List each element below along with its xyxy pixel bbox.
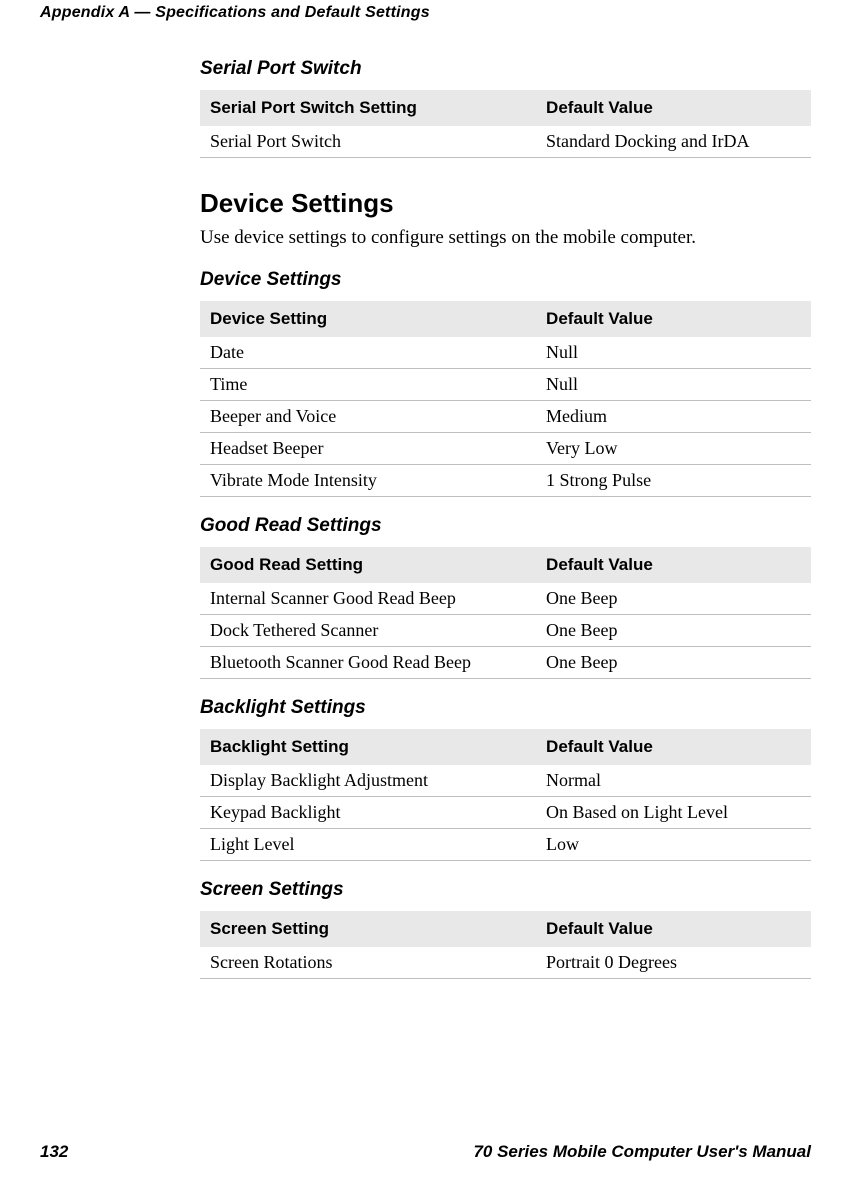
table-row: TimeNull	[200, 368, 811, 400]
cell-setting: Internal Scanner Good Read Beep	[200, 583, 536, 615]
cell-setting: Dock Tethered Scanner	[200, 614, 536, 646]
cell-setting: Headset Beeper	[200, 432, 536, 464]
col-header-value: Default Value	[536, 911, 811, 947]
col-header-setting: Backlight Setting	[200, 729, 536, 765]
backlight-heading: Backlight Settings	[200, 697, 811, 719]
table-header-row: Backlight Setting Default Value	[200, 729, 811, 765]
cell-value: One Beep	[536, 646, 811, 678]
device-settings-heading: Device Settings	[200, 188, 811, 219]
serial-port-switch-table: Serial Port Switch Setting Default Value…	[200, 90, 811, 158]
table-row: Light LevelLow	[200, 828, 811, 860]
cell-value: Standard Docking and IrDA	[536, 126, 811, 158]
table-row: Beeper and VoiceMedium	[200, 400, 811, 432]
col-header-value: Default Value	[536, 547, 811, 583]
page-number: 132	[40, 1142, 68, 1162]
cell-setting: Vibrate Mode Intensity	[200, 464, 536, 496]
cell-value: Low	[536, 828, 811, 860]
cell-value: On Based on Light Level	[536, 796, 811, 828]
cell-setting: Bluetooth Scanner Good Read Beep	[200, 646, 536, 678]
cell-setting: Display Backlight Adjustment	[200, 765, 536, 797]
cell-value: Portrait 0 Degrees	[536, 947, 811, 979]
table-row: Screen RotationsPortrait 0 Degrees	[200, 947, 811, 979]
screen-table: Screen Setting Default Value Screen Rota…	[200, 911, 811, 979]
cell-setting: Time	[200, 368, 536, 400]
table-row: Headset BeeperVery Low	[200, 432, 811, 464]
table-header-row: Good Read Setting Default Value	[200, 547, 811, 583]
table-row: Bluetooth Scanner Good Read BeepOne Beep	[200, 646, 811, 678]
table-header-row: Device Setting Default Value	[200, 301, 811, 337]
cell-value: Very Low	[536, 432, 811, 464]
page-footer: 132 70 Series Mobile Computer User's Man…	[40, 1142, 811, 1162]
cell-setting: Screen Rotations	[200, 947, 536, 979]
table-row: Dock Tethered ScannerOne Beep	[200, 614, 811, 646]
cell-value: One Beep	[536, 583, 811, 615]
col-header-setting: Serial Port Switch Setting	[200, 90, 536, 126]
table-row: Vibrate Mode Intensity1 Strong Pulse	[200, 464, 811, 496]
device-settings-subheading: Device Settings	[200, 269, 811, 291]
cell-value: Null	[536, 368, 811, 400]
cell-value: Null	[536, 337, 811, 369]
table-row: Display Backlight AdjustmentNormal	[200, 765, 811, 797]
page-header: Appendix A — Specifications and Default …	[40, 0, 811, 28]
page-content: Serial Port Switch Serial Port Switch Se…	[200, 28, 811, 979]
good-read-table: Good Read Setting Default Value Internal…	[200, 547, 811, 679]
backlight-table: Backlight Setting Default Value Display …	[200, 729, 811, 861]
cell-value: Medium	[536, 400, 811, 432]
manual-title: 70 Series Mobile Computer User's Manual	[473, 1142, 811, 1162]
cell-setting: Beeper and Voice	[200, 400, 536, 432]
device-settings-table: Device Setting Default Value DateNull Ti…	[200, 301, 811, 497]
cell-value: One Beep	[536, 614, 811, 646]
good-read-heading: Good Read Settings	[200, 515, 811, 537]
cell-setting: Serial Port Switch	[200, 126, 536, 158]
col-header-setting: Screen Setting	[200, 911, 536, 947]
serial-port-switch-heading: Serial Port Switch	[200, 58, 811, 80]
col-header-setting: Good Read Setting	[200, 547, 536, 583]
table-row: Internal Scanner Good Read BeepOne Beep	[200, 583, 811, 615]
table-row: Serial Port Switch Standard Docking and …	[200, 126, 811, 158]
cell-value: Normal	[536, 765, 811, 797]
col-header-value: Default Value	[536, 301, 811, 337]
table-header-row: Screen Setting Default Value	[200, 911, 811, 947]
table-row: DateNull	[200, 337, 811, 369]
table-row: Keypad BacklightOn Based on Light Level	[200, 796, 811, 828]
col-header-value: Default Value	[536, 90, 811, 126]
cell-setting: Date	[200, 337, 536, 369]
col-header-value: Default Value	[536, 729, 811, 765]
screen-heading: Screen Settings	[200, 879, 811, 901]
cell-value: 1 Strong Pulse	[536, 464, 811, 496]
table-header-row: Serial Port Switch Setting Default Value	[200, 90, 811, 126]
col-header-setting: Device Setting	[200, 301, 536, 337]
cell-setting: Keypad Backlight	[200, 796, 536, 828]
cell-setting: Light Level	[200, 828, 536, 860]
device-settings-body: Use device settings to configure setting…	[200, 225, 811, 251]
